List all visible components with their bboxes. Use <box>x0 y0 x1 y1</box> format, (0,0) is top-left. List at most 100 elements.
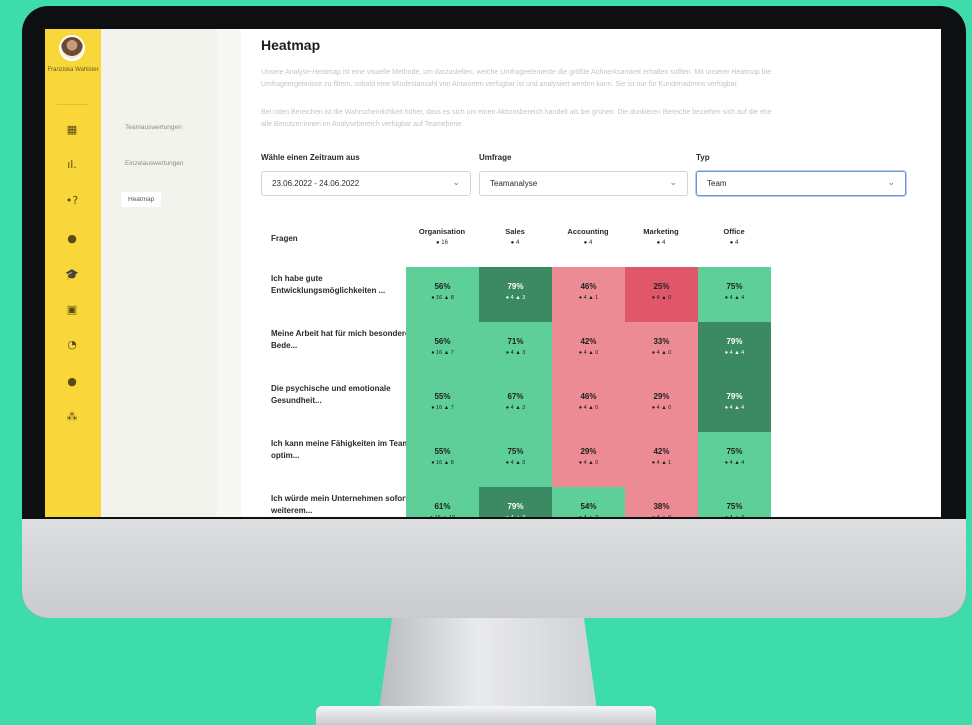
chevron-down-icon: ⌄ <box>452 177 460 187</box>
thumbs-up-icon: ▲ <box>732 295 742 301</box>
column-count-value: 4 <box>734 240 739 246</box>
heatmap-cell[interactable]: 46% ● 4 ▲ 0 <box>552 377 625 432</box>
cell-meta: ● 4 ▲ 0 <box>625 405 698 411</box>
column-header: Accounting ● 4 <box>552 227 624 246</box>
heatmap-cell[interactable]: 75% ● 4 ▲ 3 <box>479 432 552 487</box>
column-count-value: 4 <box>588 240 593 246</box>
heatmap-cell[interactable]: 67% ● 4 ▲ 3 <box>479 377 552 432</box>
likes-count: 4 <box>741 350 745 356</box>
heatmap-cell[interactable]: 79% ● 4 ▲ 4 <box>698 322 771 377</box>
heatmap-cell[interactable]: 29% ● 4 ▲ 0 <box>625 377 698 432</box>
cell-percentage: 55% <box>434 447 451 456</box>
cell-meta: ● 4 ▲ 0 <box>552 405 625 411</box>
likes-count: 3 <box>522 460 526 466</box>
survey-value: Teamanalyse <box>490 179 538 188</box>
survey-select[interactable]: Teamanalyse ⌄ <box>479 171 688 196</box>
gutter <box>217 29 241 517</box>
heatmap-cell[interactable]: 29% ● 4 ▲ 0 <box>552 432 625 487</box>
heatmap-cell[interactable]: 56% ● 16 ▲ 8 <box>406 267 479 322</box>
likes-count: 0 <box>668 295 672 301</box>
cell-meta: ● 4 ▲ 3 <box>479 515 552 517</box>
cell-meta: ● 4 ▲ 1 <box>625 460 698 466</box>
gauge-icon[interactable]: ◔ <box>63 338 81 352</box>
column-count: ● 16 <box>406 240 478 246</box>
cell-percentage: 56% <box>434 282 451 291</box>
heatmap-cell[interactable]: 55% ● 16 ▲ 8 <box>406 432 479 487</box>
period-value: 23.06.2022 - 24.06.2022 <box>272 179 360 188</box>
cell-percentage: 75% <box>507 447 524 456</box>
app-screen: Franziska Wahlster ▦ ıl. •? ● 🎓 ▣ ◔ ● ⁂ … <box>45 29 941 517</box>
avatar[interactable] <box>59 35 85 61</box>
cell-percentage: 61% <box>434 502 451 511</box>
heatmap-cell[interactable]: 33% ● 4 ▲ 0 <box>625 322 698 377</box>
cell-meta: ● 4 ▲ 3 <box>479 460 552 466</box>
heatmap-cell[interactable]: 61% ● 16 ▲ 10 <box>406 487 479 517</box>
heatmap-cell[interactable]: 46% ● 4 ▲ 1 <box>552 267 625 322</box>
cell-meta: ● 16 ▲ 8 <box>406 295 479 301</box>
heatmap-cell[interactable]: 25% ● 4 ▲ 0 <box>625 267 698 322</box>
thumbs-up-icon: ▲ <box>586 460 596 466</box>
column-count-value: 4 <box>515 240 520 246</box>
column-name: Organisation <box>418 227 466 236</box>
subnav-heatmap[interactable]: Heatmap <box>121 192 162 207</box>
heatmap-cell[interactable]: 75% ● 4 ▲ 4 <box>698 432 771 487</box>
heatmap-cell[interactable]: 79% ● 4 ▲ 3 <box>479 267 552 322</box>
heatmap-cell[interactable]: 42% ● 4 ▲ 1 <box>625 432 698 487</box>
bar-chart-icon[interactable]: ıl. <box>63 158 81 172</box>
likes-count: 4 <box>741 405 745 411</box>
cell-meta: ● 4 ▲ 0 <box>552 460 625 466</box>
cell-percentage: 79% <box>507 502 524 511</box>
thumbs-up-icon: ▲ <box>442 295 451 301</box>
column-name: Sales <box>505 227 525 236</box>
likes-count: 3 <box>522 295 526 301</box>
type-label: Typ <box>696 153 710 162</box>
cell-percentage: 33% <box>653 337 670 346</box>
cell-meta: ● 4 ▲ 4 <box>698 350 771 356</box>
type-select[interactable]: Team ⌄ <box>696 171 906 196</box>
cell-percentage: 38% <box>653 502 670 511</box>
user-icon[interactable]: ● <box>63 375 81 389</box>
subnav-teamauswertungen[interactable]: Teamauswertungen <box>125 124 182 131</box>
heatmap-cell[interactable]: 55% ● 16 ▲ 7 <box>406 377 479 432</box>
description-line-3: Bei roten Bereichen ist die Wahrscheinli… <box>261 109 772 116</box>
team-icon[interactable]: ⁂ <box>63 410 81 424</box>
likes-count: 4 <box>741 295 745 301</box>
ideas-icon[interactable]: •? <box>63 194 81 208</box>
heatmap-cell[interactable]: 71% ● 4 ▲ 3 <box>479 322 552 377</box>
heatmap-cell[interactable]: 79% ● 4 ▲ 3 <box>479 487 552 517</box>
thumbs-up-icon: ▲ <box>659 460 669 466</box>
thumbs-up-icon: ▲ <box>733 515 742 517</box>
type-value: Team <box>707 179 727 188</box>
likes-count: 3 <box>522 515 525 517</box>
heatmap-cell[interactable]: 56% ● 16 ▲ 7 <box>406 322 479 377</box>
heatmap-cell[interactable]: 75% ● 4 ▲ 4 <box>698 487 771 517</box>
likes-count: 7 <box>450 350 454 356</box>
cell-meta: ● 16 ▲ 7 <box>406 405 479 411</box>
column-header: Organisation ● 16 <box>406 227 478 246</box>
period-select[interactable]: 23.06.2022 - 24.06.2022 ⌄ <box>261 171 471 196</box>
likes-count: 4 <box>741 460 745 466</box>
likes-count: 1 <box>595 295 599 301</box>
dashboard-icon[interactable]: ▦ <box>63 123 81 137</box>
cell-meta: ● 4 ▲ 3 <box>479 405 552 411</box>
subnav-einzelauswertungen[interactable]: Einzelauswertungen <box>125 160 184 167</box>
likes-count: 2 <box>595 515 598 517</box>
learning-icon[interactable]: 🎓 <box>63 268 81 282</box>
user-name: Franziska Wahlster <box>47 67 99 73</box>
cell-percentage: 79% <box>726 337 743 346</box>
likes-count: 0 <box>668 515 671 517</box>
thumbs-up-icon: ▲ <box>732 350 742 356</box>
cell-percentage: 67% <box>507 392 524 401</box>
thumbs-up-icon: ▲ <box>586 350 596 356</box>
column-count-value: 16 <box>441 240 448 246</box>
heatmap-cell[interactable]: 79% ● 4 ▲ 4 <box>698 377 771 432</box>
feedback-icon[interactable]: ▣ <box>63 303 81 317</box>
heatmap-cell[interactable]: 42% ● 4 ▲ 0 <box>552 322 625 377</box>
heatmap-cell[interactable]: 38% ● 4 ▲ 0 <box>625 487 698 517</box>
cell-percentage: 55% <box>434 392 451 401</box>
location-icon[interactable]: ● <box>63 232 81 246</box>
column-header: Marketing ● 4 <box>625 227 697 246</box>
heatmap-cell[interactable]: 75% ● 4 ▲ 4 <box>698 267 771 322</box>
heatmap-cell[interactable]: 54% ● 4 ▲ 2 <box>552 487 625 517</box>
thumbs-up-icon: ▲ <box>659 295 669 301</box>
